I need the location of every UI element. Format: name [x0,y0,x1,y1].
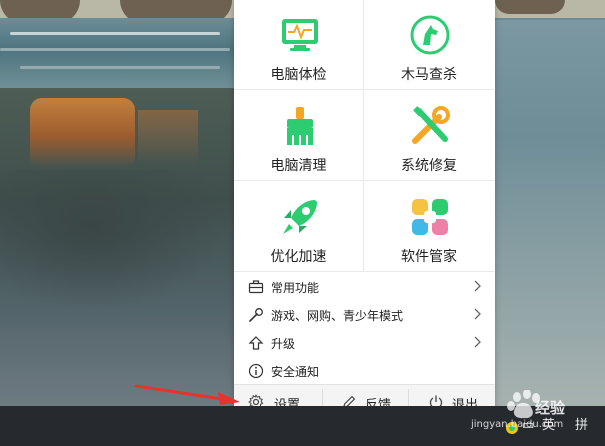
menu-item-label: 常用功能 [271,281,320,295]
wrench-icon [249,308,263,322]
menu-item-label: 游戏、网购、青少年模式 [271,309,404,323]
pc-checkup-icon [282,19,318,51]
menu-item-label: 安全通知 [271,365,320,379]
tile-system-repair[interactable]: 系统修复 [364,91,494,181]
menu-item-upgrade[interactable]: 升级 [234,329,495,357]
info-icon [248,363,264,379]
wave-foam [10,32,220,35]
watermark-text: 经验 [535,399,566,417]
cleanup-broom-icon [287,107,313,145]
speedup-rocket-icon [283,200,317,234]
annotation-arrow [134,384,240,405]
repair-tools-icon [412,106,450,144]
wave-foam [20,66,220,69]
chevron-right-icon [474,280,481,292]
tile-label: 电脑体检 [270,67,327,83]
chevron-right-icon [474,308,481,320]
tile-label: 软件管家 [401,249,457,265]
wet-sand [0,170,230,310]
tile-pc-checkup[interactable]: 电脑体检 [234,0,364,90]
wave-foam [0,48,230,51]
menu-item-common-functions[interactable]: 常用功能 [234,273,495,301]
tile-label: 系统修复 [401,158,457,174]
software-manager-icon [412,199,448,235]
trojan-scan-icon [410,15,450,55]
sunset-reflection [30,98,135,168]
tile-trojan-scan[interactable]: 木马查杀 [364,0,494,90]
wallpaper-rock [495,0,565,14]
security-app-popup-menu: 电脑体检 木马查杀 电脑清理 系统修复 优化加速 软件管家 常用功能 游戏、网购… [234,0,495,419]
tile-label: 木马查杀 [401,67,457,83]
watermark-url: jingyan.baidu.com [471,419,564,430]
wallpaper-sea-right [495,20,605,406]
tile-label: 优化加速 [270,249,327,265]
sunset-reflection [138,110,198,165]
upgrade-arrow-icon [248,336,264,350]
chevron-right-icon [474,336,481,348]
tile-cleanup[interactable]: 电脑清理 [234,91,364,181]
menu-item-game-shopping-teen-mode[interactable]: 游戏、网购、青少年模式 [234,301,495,329]
tile-speedup[interactable]: 优化加速 [234,182,364,272]
menu-item-security-notice[interactable]: 安全通知 [234,357,495,385]
tile-software-manager[interactable]: 软件管家 [364,182,494,272]
menu-item-label: 升级 [271,337,296,351]
toolbox-icon [248,280,264,294]
tile-label: 电脑清理 [270,158,327,174]
